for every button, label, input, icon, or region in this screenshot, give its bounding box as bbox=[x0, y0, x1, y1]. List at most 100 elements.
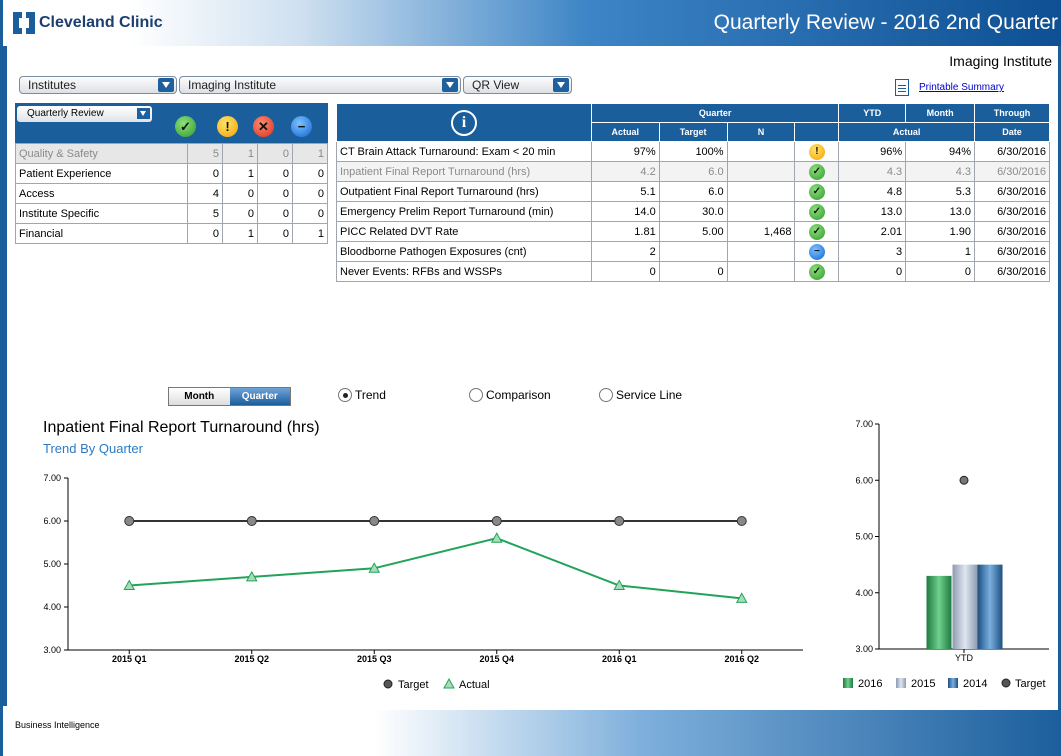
institute-dropdown[interactable]: Imaging Institute bbox=[179, 76, 461, 94]
summary-count-cell: 0 bbox=[292, 183, 328, 204]
month-header: Month bbox=[905, 103, 976, 123]
legend-2016-label: 2016 bbox=[858, 678, 882, 690]
metric-n bbox=[726, 181, 796, 202]
y-tick-label: 5.00 bbox=[43, 559, 61, 569]
metric-row[interactable]: Inpatient Final Report Turnaround (hrs) 4… bbox=[336, 161, 1050, 182]
metric-name[interactable]: PICC Related DVT Rate bbox=[336, 221, 592, 242]
institutes-dropdown[interactable]: Institutes bbox=[19, 76, 177, 94]
summary-count-cell: 5 bbox=[187, 143, 223, 164]
summary-row[interactable]: Patient Experience 0 1 0 0 bbox=[15, 163, 328, 184]
legend-actual-label: Actual bbox=[459, 679, 490, 691]
metric-date: 6/30/2016 bbox=[974, 161, 1050, 182]
summary-count-cell: 0 bbox=[222, 203, 258, 224]
summary-row[interactable]: Quality & Safety 5 1 0 1 bbox=[15, 143, 328, 164]
summary-row[interactable]: Institute Specific 5 0 0 0 bbox=[15, 203, 328, 224]
summary-count-cell: 1 bbox=[222, 143, 258, 164]
summary-row-label[interactable]: Patient Experience bbox=[15, 163, 188, 184]
footer-bar: Business Intelligence bbox=[3, 710, 1061, 756]
summary-count-cell: 1 bbox=[222, 223, 258, 244]
radio-button[interactable] bbox=[599, 388, 613, 402]
brand-logo: Cleveland Clinic bbox=[13, 12, 163, 34]
chevron-down-icon[interactable] bbox=[442, 78, 458, 92]
chevron-down-icon[interactable] bbox=[553, 78, 569, 92]
period-toggle[interactable]: Month Quarter bbox=[168, 387, 291, 406]
view-dropdown[interactable]: QR View bbox=[463, 76, 572, 94]
header-bar: Cleveland Clinic Quarterly Review - 2016… bbox=[3, 0, 1061, 46]
printable-summary-link[interactable]: Printable Summary bbox=[919, 82, 1004, 93]
metric-target: 5.00 bbox=[658, 221, 728, 242]
metric-row[interactable]: CT Brain Attack Turnaround: Exam < 20 mi… bbox=[336, 141, 1050, 162]
metric-ytd: 4.8 bbox=[838, 181, 907, 202]
y-tick-label: 4.00 bbox=[43, 602, 61, 612]
view-dropdown-value: QR View bbox=[472, 78, 520, 92]
metric-row[interactable]: PICC Related DVT Rate 1.81 5.00 1,468 ✓ 2.01 1… bbox=[336, 221, 1050, 242]
summary-count-cell: 1 bbox=[222, 163, 258, 184]
printable-summary[interactable]: Printable Summary bbox=[895, 79, 1004, 96]
legend-target-label: Target bbox=[398, 679, 429, 691]
document-icon[interactable] bbox=[895, 79, 909, 96]
summary-view-select[interactable]: Quarterly Review bbox=[17, 106, 152, 122]
summary-row[interactable]: Financial 0 1 0 1 bbox=[15, 223, 328, 244]
chevron-down-icon[interactable] bbox=[137, 108, 150, 119]
metric-name[interactable]: Inpatient Final Report Turnaround (hrs) bbox=[336, 161, 592, 182]
summary-count-cell: 5 bbox=[187, 203, 223, 224]
metric-name[interactable]: Outpatient Final Report Turnaround (hrs) bbox=[336, 181, 592, 202]
ytd-month-actual-header: Actual bbox=[838, 122, 976, 142]
series-line-actual bbox=[129, 537, 742, 600]
trend-radio[interactable]: Trend bbox=[338, 388, 386, 402]
legend-target-marker bbox=[1001, 678, 1011, 688]
metric-actual: 5.1 bbox=[590, 181, 660, 202]
metric-month: 1.90 bbox=[905, 221, 976, 242]
summary-row-label[interactable]: Access bbox=[15, 183, 188, 204]
metric-target: 30.0 bbox=[658, 201, 728, 222]
target-point bbox=[246, 516, 257, 526]
summary-row-label[interactable]: Institute Specific bbox=[15, 203, 188, 224]
radio-button[interactable] bbox=[469, 388, 483, 402]
target-header: Target bbox=[658, 122, 728, 142]
info-icon[interactable]: i bbox=[450, 109, 477, 136]
legend-2016-swatch bbox=[843, 678, 853, 688]
metric-name[interactable]: Never Events: RFBs and WSSPs bbox=[336, 261, 592, 282]
comparison-radio[interactable]: Comparison bbox=[469, 388, 551, 402]
metric-row[interactable]: Emergency Prelim Report Turnaround (min)… bbox=[336, 201, 1050, 222]
legend-actual-marker bbox=[443, 677, 455, 689]
month-toggle-button[interactable]: Month bbox=[169, 388, 230, 405]
metric-n bbox=[726, 261, 796, 282]
metric-row[interactable]: Outpatient Final Report Turnaround (hrs)… bbox=[336, 181, 1050, 202]
radio-button[interactable] bbox=[338, 388, 352, 402]
summary-row[interactable]: Access 4 0 0 0 bbox=[15, 183, 328, 204]
check-icon: ✓ bbox=[808, 163, 825, 180]
metric-row[interactable]: Bloodborne Pathogen Exposures (cnt) 2 −3 1 6… bbox=[336, 241, 1050, 262]
metric-date: 6/30/2016 bbox=[974, 261, 1050, 282]
y-tick-label: 3.00 bbox=[855, 644, 873, 654]
brand-name: Cleveland Clinic bbox=[39, 14, 163, 31]
metric-ytd: 0 bbox=[838, 261, 907, 282]
bar-2015 bbox=[952, 564, 978, 649]
metric-target: 6.0 bbox=[658, 181, 728, 202]
n-header: N bbox=[726, 122, 796, 142]
summary-row-label[interactable]: Quality & Safety bbox=[15, 143, 188, 164]
quarter-toggle-button[interactable]: Quarter bbox=[229, 388, 290, 405]
comparison-radio-label: Comparison bbox=[486, 388, 551, 402]
summary-count-cell: 0 bbox=[222, 183, 258, 204]
service-line-radio[interactable]: Service Line bbox=[599, 388, 682, 402]
metric-status: − bbox=[794, 241, 840, 262]
chevron-down-icon[interactable] bbox=[158, 78, 174, 92]
metric-ytd: 13.0 bbox=[838, 201, 907, 222]
institute-heading: Imaging Institute bbox=[949, 53, 1052, 69]
metric-name[interactable]: CT Brain Attack Turnaround: Exam < 20 mi… bbox=[336, 141, 592, 162]
metric-row[interactable]: Never Events: RFBs and WSSPs 0 0 ✓ 0 0 6/30/20… bbox=[336, 261, 1050, 282]
metric-date: 6/30/2016 bbox=[974, 221, 1050, 242]
summary-count-cell: 0 bbox=[257, 183, 293, 204]
metric-name[interactable]: Bloodborne Pathogen Exposures (cnt) bbox=[336, 241, 592, 262]
metric-name[interactable]: Emergency Prelim Report Turnaround (min) bbox=[336, 201, 592, 222]
cleveland-clinic-logo-icon bbox=[13, 12, 35, 34]
summary-row-label[interactable]: Financial bbox=[15, 223, 188, 244]
summary-count-cell: 0 bbox=[187, 163, 223, 184]
metric-actual: 14.0 bbox=[590, 201, 660, 222]
summary-count-cell: 4 bbox=[187, 183, 223, 204]
bar-2014 bbox=[977, 564, 1003, 649]
metric-month: 4.3 bbox=[905, 161, 976, 182]
summary-count-cell: 1 bbox=[292, 143, 328, 164]
metric-target: 100% bbox=[658, 141, 728, 162]
